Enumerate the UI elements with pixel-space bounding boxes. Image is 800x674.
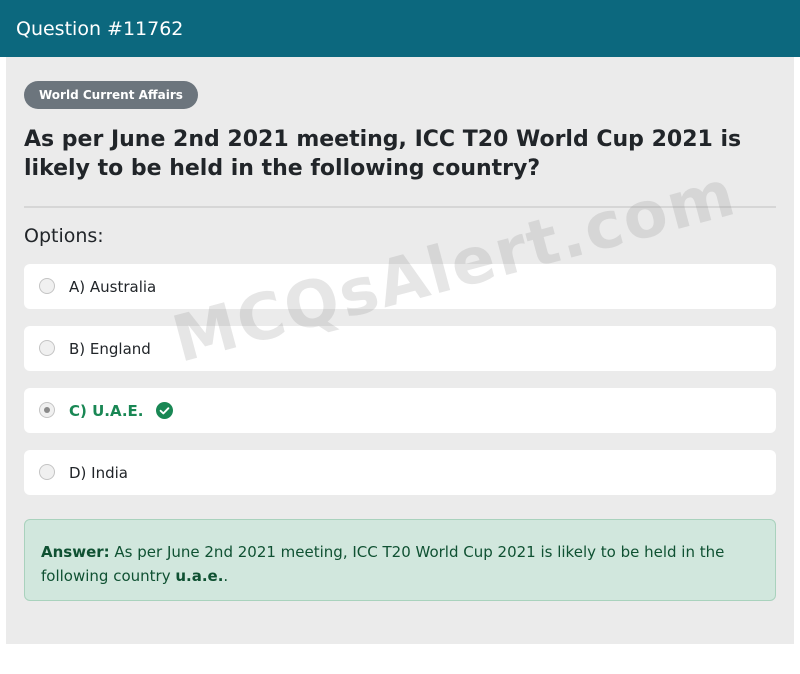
option-d[interactable]: D) India: [24, 450, 776, 495]
question-text: As per June 2nd 2021 meeting, ICC T20 Wo…: [24, 127, 742, 181]
divider: [24, 206, 776, 208]
question-card: World Current Affairs As per June 2nd 20…: [6, 57, 794, 644]
radio-button[interactable]: [39, 339, 55, 356]
option-c[interactable]: C) U.A.E.: [24, 388, 776, 433]
answer-label: Answer:: [41, 543, 110, 561]
option-label: A) Australia: [69, 277, 157, 296]
options-label: Options:: [24, 225, 104, 247]
answer-text: As per June 2nd 2021 meeting, ICC T20 Wo…: [41, 543, 725, 585]
option-b[interactable]: B) England: [24, 326, 776, 371]
answer-suffix: .: [223, 567, 229, 585]
option-label: D) India: [69, 463, 128, 482]
option-label: B) England: [69, 339, 151, 358]
option-a[interactable]: A) Australia: [24, 264, 776, 309]
radio-button[interactable]: [39, 277, 55, 294]
answer-box: Answer: As per June 2nd 2021 meeting, IC…: [24, 519, 776, 601]
radio-button-checked[interactable]: [39, 401, 55, 418]
answer-emphasis: u.a.e.: [175, 567, 224, 585]
check-circle-icon: [155, 402, 173, 419]
option-label: C) U.A.E.: [69, 401, 144, 420]
page-header: Question #11762: [0, 0, 800, 57]
page-title: Question #11762: [16, 17, 184, 40]
radio-button[interactable]: [39, 463, 55, 480]
category-badge[interactable]: World Current Affairs: [24, 81, 198, 109]
